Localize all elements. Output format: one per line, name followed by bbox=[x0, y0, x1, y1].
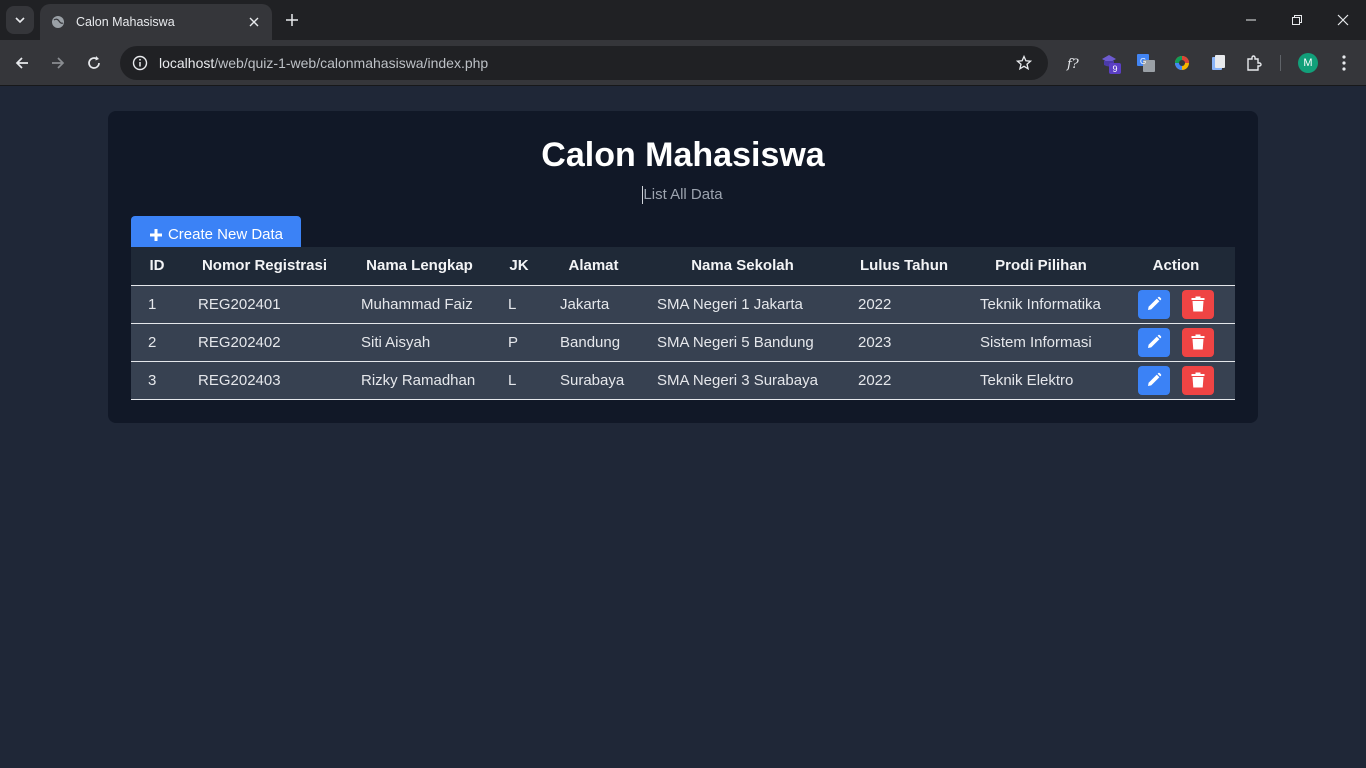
document-extension-icon[interactable] bbox=[1206, 51, 1230, 75]
cell-alamat: Jakarta bbox=[560, 295, 610, 313]
cell-id: 1 bbox=[148, 295, 157, 313]
url-path: /web/quiz-1-web/calonmahasiswa/index.php bbox=[214, 55, 489, 71]
restore-icon bbox=[1292, 15, 1302, 25]
cell-nama-sekolah: SMA Negeri 1 Jakarta bbox=[657, 295, 803, 313]
site-info-icon[interactable] bbox=[123, 46, 157, 80]
edit-button[interactable] bbox=[1138, 327, 1170, 357]
column-header-alamat: Alamat bbox=[568, 257, 619, 275]
reload-button[interactable] bbox=[80, 49, 108, 77]
cell-jk: L bbox=[508, 371, 517, 389]
delete-button[interactable] bbox=[1182, 289, 1214, 319]
cell-alamat: Surabaya bbox=[560, 371, 625, 389]
page-title: Calon Mahasiswa bbox=[541, 136, 825, 174]
column-header-nomor-registrasi: Nomor Registrasi bbox=[201, 257, 328, 275]
new-tab-button[interactable] bbox=[280, 8, 304, 32]
globe-icon bbox=[50, 14, 66, 30]
tab-title: Calon Mahasiswa bbox=[76, 15, 175, 29]
cell-prodi-pilihan: Sistem Informasi bbox=[980, 333, 1092, 351]
close-icon bbox=[1337, 14, 1349, 26]
badge-extension-icon[interactable]: 9 bbox=[1099, 51, 1123, 75]
pencil-icon bbox=[1148, 334, 1162, 348]
bookmark-star-icon[interactable] bbox=[1009, 48, 1039, 78]
translate-extension-icon[interactable]: G bbox=[1134, 51, 1158, 75]
cell-jk: L bbox=[508, 295, 517, 313]
column-header-id: ID bbox=[149, 257, 165, 275]
color-extension-icon[interactable] bbox=[1170, 51, 1194, 75]
url-host: localhost bbox=[159, 55, 215, 71]
cell-lulus-tahun: 2023 bbox=[858, 333, 892, 351]
browser-tabstrip: Calon Mahasiswa bbox=[0, 0, 1366, 40]
cell-action bbox=[1117, 361, 1235, 399]
browser-menu-icon[interactable] bbox=[1332, 51, 1356, 75]
cell-lulus-tahun: 2022 bbox=[858, 371, 892, 389]
close-icon[interactable] bbox=[246, 14, 262, 30]
plus-icon bbox=[149, 228, 163, 242]
cell-nama-sekolah: SMA Negeri 5 Bandung bbox=[657, 333, 814, 351]
minimize-button[interactable] bbox=[1228, 0, 1274, 40]
formula-extension-icon[interactable]: f? bbox=[1062, 51, 1086, 75]
page-subtitle: List All Data bbox=[643, 186, 723, 203]
edit-button[interactable] bbox=[1138, 365, 1170, 395]
cell-nomor-registrasi: REG202401 bbox=[198, 295, 281, 313]
table-header-row: ID Nomor Registrasi Nama Lengkap JK Alam… bbox=[131, 247, 1235, 285]
trash-icon bbox=[1191, 372, 1205, 388]
url-text[interactable]: localhost/web/quiz-1-web/calonmahasiswa/… bbox=[159, 55, 1009, 71]
profile-avatar[interactable]: M bbox=[1298, 53, 1318, 73]
arrow-right-icon bbox=[52, 57, 65, 69]
cell-nomor-registrasi: REG202402 bbox=[198, 333, 281, 351]
browser-toolbar: localhost/web/quiz-1-web/calonmahasiswa/… bbox=[0, 40, 1366, 86]
trash-icon bbox=[1191, 296, 1205, 312]
pencil-icon bbox=[1148, 372, 1162, 386]
svg-text:f?: f? bbox=[1066, 57, 1080, 72]
minimize-icon bbox=[1246, 19, 1256, 21]
column-header-prodi-pilihan: Prodi Pilihan bbox=[995, 257, 1087, 275]
cell-id: 3 bbox=[148, 371, 157, 389]
cell-id: 2 bbox=[148, 333, 157, 351]
browser-tab[interactable]: Calon Mahasiswa bbox=[40, 4, 272, 40]
chevron-down-icon bbox=[15, 17, 25, 24]
cell-action bbox=[1117, 323, 1235, 361]
column-header-action: Action bbox=[1152, 257, 1200, 275]
plus-icon bbox=[286, 14, 298, 26]
cell-nama-lengkap: Siti Aisyah bbox=[361, 333, 431, 351]
create-button-label: Create New Data bbox=[167, 226, 284, 243]
tab-search-button[interactable] bbox=[6, 6, 34, 34]
cell-jk: P bbox=[508, 333, 519, 351]
back-button[interactable] bbox=[8, 49, 36, 77]
cell-lulus-tahun: 2022 bbox=[858, 295, 892, 313]
column-header-nama-sekolah: Nama Sekolah bbox=[691, 257, 794, 275]
trash-icon bbox=[1191, 334, 1205, 350]
cell-nama-sekolah: SMA Negeri 3 Surabaya bbox=[657, 371, 818, 389]
edit-button[interactable] bbox=[1138, 289, 1170, 319]
cell-prodi-pilihan: Teknik Informatika bbox=[980, 295, 1101, 313]
table-row: 2 REG202402 Siti Aisyah P Bandung SMA Ne… bbox=[131, 323, 1235, 361]
puzzle-extensions-icon[interactable] bbox=[1242, 51, 1266, 75]
calon-mahasiswa-table: ID Nomor Registrasi Nama Lengkap JK Alam… bbox=[131, 247, 1235, 400]
cell-nama-lengkap: Muhammad Faiz bbox=[361, 295, 473, 313]
cell-prodi-pilihan: Teknik Elektro bbox=[980, 371, 1074, 389]
column-header-jk: JK bbox=[509, 257, 529, 275]
toolbar-divider bbox=[1280, 55, 1281, 71]
table-row: 1 REG202401 Muhammad Faiz L Jakarta SMA … bbox=[131, 285, 1235, 323]
column-header-nama-lengkap: Nama Lengkap bbox=[366, 257, 473, 275]
reload-icon bbox=[88, 56, 100, 69]
column-header-lulus-tahun: Lulus Tahun bbox=[859, 257, 949, 275]
cell-action bbox=[1117, 285, 1235, 323]
address-bar[interactable]: localhost/web/quiz-1-web/calonmahasiswa/… bbox=[120, 46, 1048, 80]
delete-button[interactable] bbox=[1182, 365, 1214, 395]
cell-nama-lengkap: Rizky Ramadhan bbox=[361, 371, 476, 389]
cell-nomor-registrasi: REG202403 bbox=[198, 371, 281, 389]
close-window-button[interactable] bbox=[1320, 0, 1366, 40]
restore-button[interactable] bbox=[1274, 0, 1320, 40]
svg-text:G: G bbox=[1140, 57, 1146, 66]
cell-alamat: Bandung bbox=[560, 333, 621, 351]
pencil-icon bbox=[1148, 296, 1162, 310]
forward-button[interactable] bbox=[44, 49, 72, 77]
table-row: 3 REG202403 Rizky Ramadhan L Surabaya SM… bbox=[131, 361, 1235, 399]
delete-button[interactable] bbox=[1182, 327, 1214, 357]
arrow-left-icon bbox=[15, 57, 28, 69]
extension-badge: 9 bbox=[1112, 64, 1117, 74]
